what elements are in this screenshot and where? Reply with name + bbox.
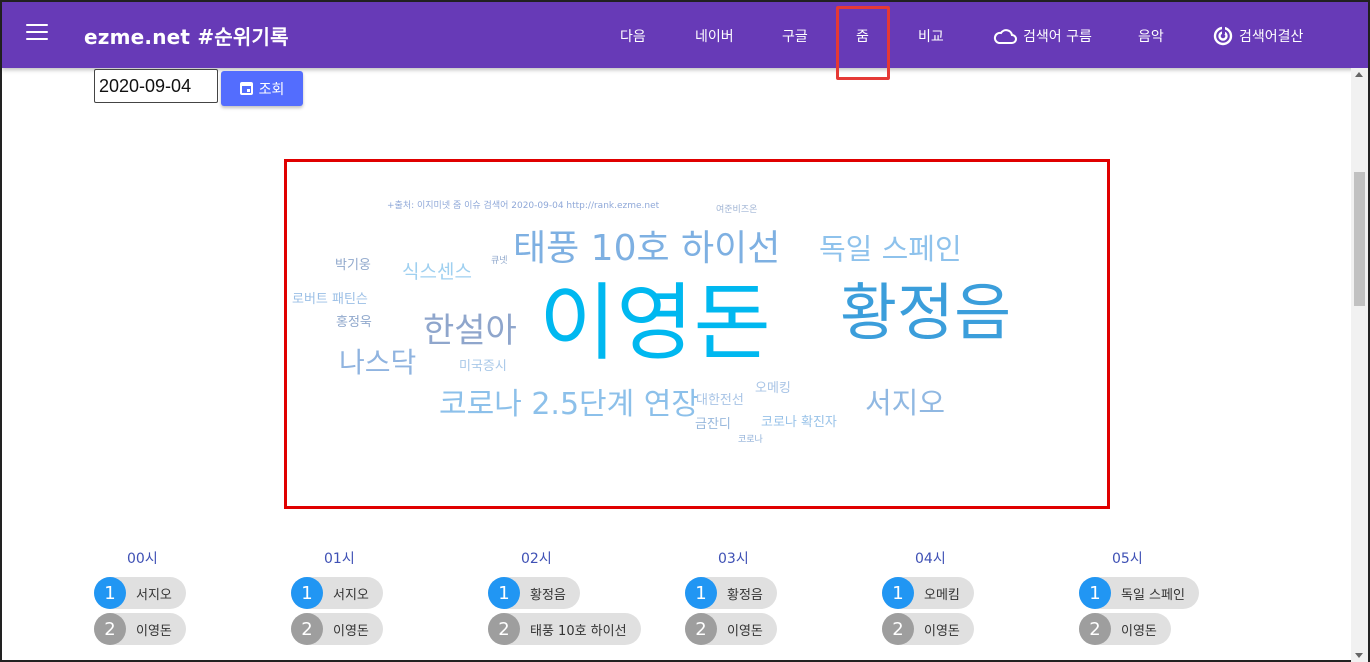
cloud-word: 박기웅 xyxy=(335,258,371,273)
rank-word: 오메킴 xyxy=(924,587,960,603)
cloud-word: 식스센스 xyxy=(402,261,472,283)
nav-label: 구글 xyxy=(782,29,808,45)
rank-word: 이영돈 xyxy=(727,623,763,639)
rank-number: 2 xyxy=(488,613,520,645)
rank-chip[interactable]: 1 독일 스페인 xyxy=(1079,577,1199,609)
rank-word: 황정음 xyxy=(727,587,763,603)
date-input[interactable] xyxy=(94,69,218,103)
nav-label: 음악 xyxy=(1138,29,1164,45)
rank-chip[interactable]: 2 이영돈 xyxy=(1079,613,1171,645)
nav-label: 비교 xyxy=(918,29,944,45)
cloud-word: 대한전선 xyxy=(696,393,744,408)
hamburger-menu-icon[interactable] xyxy=(26,24,48,42)
rank-word: 황정음 xyxy=(530,587,566,603)
top-app-bar: ezme.net #순위기록 다음 네이버 구글 줌 비교 검색어 구름 음악 xyxy=(2,2,1368,68)
word-cloud: +출처: 이지미넷 줌 이슈 검색어 2020-09-04 http://ran… xyxy=(284,159,1110,509)
nav-naver[interactable]: 네이버 xyxy=(695,26,734,46)
rank-number: 1 xyxy=(882,577,914,609)
rank-word: 태풍 10호 하이선 xyxy=(530,623,627,639)
hour-label: 00시 xyxy=(127,551,158,567)
rank-number: 1 xyxy=(94,577,126,609)
nav-label: 네이버 xyxy=(695,29,734,45)
rank-word: 서지오 xyxy=(136,587,172,603)
cloud-word: 금잔디 xyxy=(695,417,731,432)
cloud-word: 홍정욱 xyxy=(336,315,372,330)
nav-google[interactable]: 구글 xyxy=(782,26,808,46)
rank-number: 2 xyxy=(882,613,914,645)
nav-summary[interactable]: 검색어결산 xyxy=(1213,26,1303,46)
hour-label: 05시 xyxy=(1112,551,1143,567)
nav-label: 검색어 구름 xyxy=(1023,29,1092,45)
rank-number: 1 xyxy=(291,577,323,609)
cloud-word: 코로나 2.5단계 연장 xyxy=(439,387,699,422)
cloud-word: 코로나 xyxy=(738,435,763,445)
cloud-word: 이영돈 xyxy=(539,274,771,372)
cloud-word: 큐넷 xyxy=(491,256,508,266)
cloud-word: 서지오 xyxy=(865,386,946,420)
rank-number: 1 xyxy=(1079,577,1111,609)
cloud-word: 로버트 패틴슨 xyxy=(292,292,368,307)
nav-compare[interactable]: 비교 xyxy=(918,26,944,46)
cloud-word: 태풍 10호 하이선 xyxy=(513,228,781,269)
vertical-scrollbar[interactable] xyxy=(1351,68,1368,662)
search-button-label: 조회 xyxy=(258,81,285,98)
rank-chip[interactable]: 1 오메킴 xyxy=(882,577,974,609)
rank-number: 2 xyxy=(1079,613,1111,645)
rank-word: 이영돈 xyxy=(924,623,960,639)
cloud-word: 오메킹 xyxy=(755,381,791,396)
cloud-icon xyxy=(993,28,1017,44)
nav-word-cloud[interactable]: 검색어 구름 xyxy=(993,26,1092,46)
hour-label: 03시 xyxy=(718,551,749,567)
nav-label: 다음 xyxy=(620,29,646,45)
cloud-word: 나스닥 xyxy=(339,346,417,379)
cloud-word: 황정음 xyxy=(840,276,1012,349)
cloud-source-text: +출처: 이지미넷 줌 이슈 검색어 2020-09-04 http://ran… xyxy=(387,201,660,211)
cloud-word: 코로나 확진자 xyxy=(761,415,837,430)
rank-word: 이영돈 xyxy=(1121,623,1157,639)
scroll-up-arrow-icon[interactable] xyxy=(1355,72,1363,77)
rank-word: 서지오 xyxy=(333,587,369,603)
nav-zum-highlight xyxy=(836,6,890,80)
scrollbar-thumb[interactable] xyxy=(1354,172,1365,306)
rank-chip[interactable]: 2 이영돈 xyxy=(291,613,383,645)
rank-chip[interactable]: 1 황정음 xyxy=(685,577,777,609)
search-button[interactable]: 조회 xyxy=(221,71,303,106)
rank-chip[interactable]: 2 이영돈 xyxy=(685,613,777,645)
hour-label: 04시 xyxy=(915,551,946,567)
rank-word: 이영돈 xyxy=(333,623,369,639)
rank-word: 이영돈 xyxy=(136,623,172,639)
rank-chip[interactable]: 2 이영돈 xyxy=(882,613,974,645)
nav-daum[interactable]: 다음 xyxy=(620,26,646,46)
hour-label: 02시 xyxy=(521,551,552,567)
rank-chip[interactable]: 1 서지오 xyxy=(291,577,383,609)
rank-number: 2 xyxy=(685,613,717,645)
rank-number: 1 xyxy=(488,577,520,609)
cloud-word: 한설아 xyxy=(423,311,517,351)
rank-chip[interactable]: 2 태풍 10호 하이선 xyxy=(488,613,641,645)
nav-music[interactable]: 음악 xyxy=(1138,26,1164,46)
cloud-word: 독일 스페인 xyxy=(819,232,962,266)
rank-word: 독일 스페인 xyxy=(1121,587,1185,603)
rank-chip[interactable]: 1 황정음 xyxy=(488,577,580,609)
calendar-icon xyxy=(239,82,253,95)
site-title[interactable]: ezme.net #순위기록 xyxy=(84,21,289,50)
scroll-down-arrow-icon[interactable] xyxy=(1355,653,1363,658)
hour-label: 01시 xyxy=(324,551,355,567)
rank-number: 1 xyxy=(685,577,717,609)
cloud-word: 미국증시 xyxy=(459,359,507,374)
rank-number: 2 xyxy=(291,613,323,645)
rank-number: 2 xyxy=(94,613,126,645)
rank-chip[interactable]: 2 이영돈 xyxy=(94,613,186,645)
rank-chip[interactable]: 1 서지오 xyxy=(94,577,186,609)
donut-chart-icon xyxy=(1213,26,1233,46)
nav-label: 검색어결산 xyxy=(1239,29,1304,45)
cloud-word: 여준비즈온 xyxy=(716,205,758,215)
